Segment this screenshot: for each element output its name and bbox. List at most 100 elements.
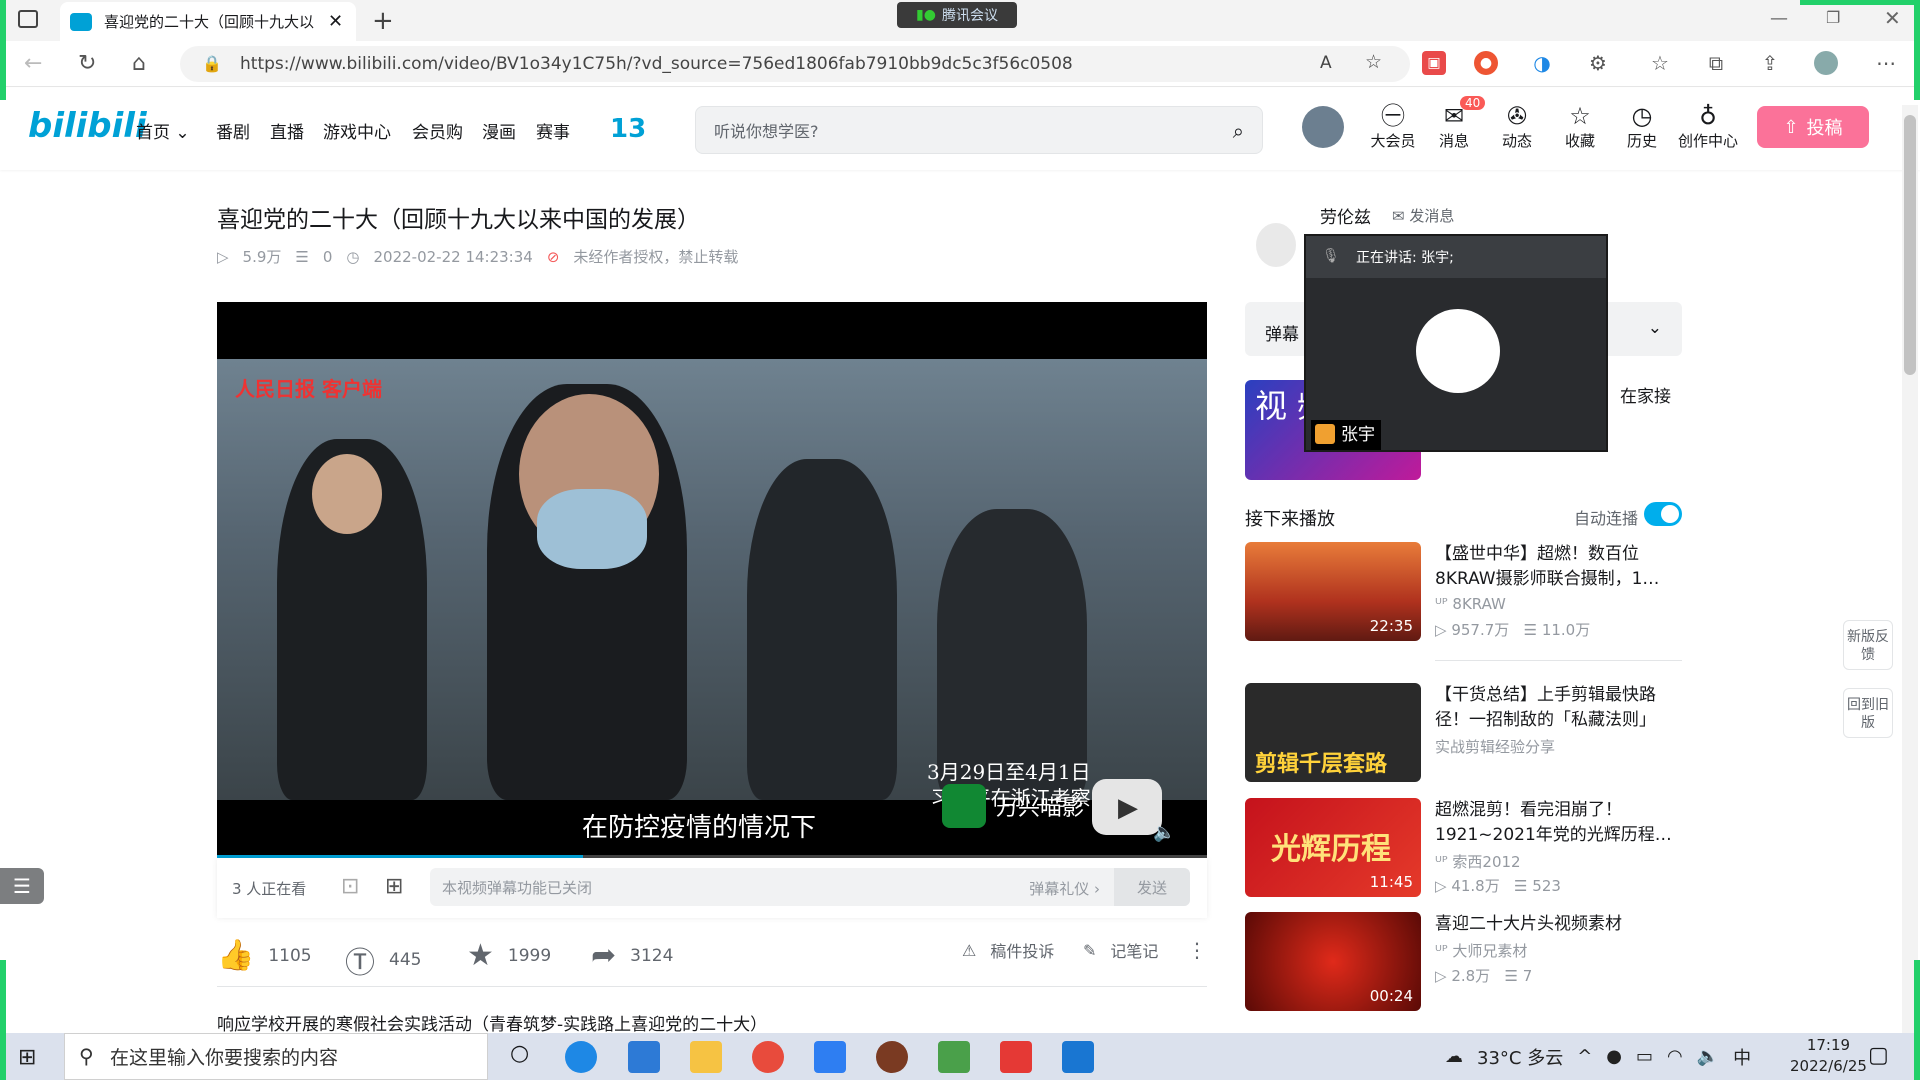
video-subtitle: 在防控疫情的情况下 (582, 813, 817, 843)
rec-item[interactable]: 剪辑千层套路 【干货总结】上手剪辑最快路径！一招制敌的「私藏法则」 实战剪辑经验… (1245, 683, 1682, 785)
clock[interactable]: 17:19 2022/6/25 (1790, 1035, 1867, 1077)
promo-text[interactable]: 在家接 (1620, 382, 1671, 407)
search-box[interactable]: 听说你想学医? ⌕ (695, 106, 1263, 154)
video-title: 喜迎党的二十大（回顾十九大以来中国的发展） (217, 207, 700, 233)
profile-avatar[interactable] (1814, 51, 1838, 75)
minimize-icon[interactable]: — (1770, 8, 1788, 29)
nav-shop[interactable]: 会员购 (412, 118, 463, 143)
extension-orange-icon[interactable]: ● (1474, 51, 1498, 75)
send-danmaku-button[interactable]: 发送 (1114, 868, 1190, 906)
ime-indicator[interactable]: 中 (1733, 1044, 1751, 1070)
feishu-app-icon[interactable] (814, 1041, 846, 1073)
new-version-feedback-button[interactable]: 新版反馈 (1843, 620, 1893, 670)
user-avatar[interactable] (1302, 106, 1344, 148)
danmaku-settings-icon[interactable]: ⊞ (385, 874, 403, 899)
close-window-icon[interactable]: ✕ (1884, 6, 1901, 30)
rec-item[interactable]: 光辉历程 11:45 超燃混剪！看完泪崩了！1921~2021年党的光辉历程… ᵁ… (1245, 798, 1682, 900)
system-tray: ☁ 33°C 多云 ^ ● ▭ ◠ 🔈 中 (1445, 1033, 1751, 1080)
volume-icon[interactable]: 🔈 (1153, 822, 1175, 843)
more-icon[interactable]: ⋯ (1874, 51, 1898, 75)
nav-manga[interactable]: 漫画 (482, 118, 516, 143)
anniversary-icon[interactable]: 13 (610, 114, 646, 144)
task-view-icon[interactable]: ○ (510, 1041, 529, 1066)
windows-start-icon[interactable]: ⊞ (18, 1045, 36, 1070)
read-aloud-icon[interactable]: A (1320, 53, 1332, 73)
maximize-icon[interactable]: ❐ (1826, 8, 1840, 27)
more-actions-icon[interactable]: ⋮ (1187, 938, 1207, 962)
list-drawer-icon[interactable]: ☰ (0, 868, 44, 904)
danmaku-etiquette-link[interactable]: 弹幕礼仪 › (1029, 878, 1100, 899)
user-app-icon[interactable] (876, 1041, 908, 1073)
bilibili-logo[interactable]: bilibili (28, 106, 147, 146)
video-player[interactable]: 人民日报 客户端 在防控疫情的情况下 3月29日至4月1日 习近平在浙江考察 ▶ … (217, 302, 1207, 858)
scrollbar-thumb[interactable] (1904, 115, 1916, 375)
header-history[interactable]: ◷ 历史 (1612, 102, 1672, 151)
uploader-name[interactable]: 劳伦兹 (1320, 203, 1371, 228)
speaker-icon[interactable]: 🔈 (1697, 1046, 1719, 1067)
browser-tab[interactable]: 喜迎党的二十大（回顾十九大以来 ✕ (60, 2, 356, 41)
nav-live[interactable]: 直播 (270, 118, 304, 143)
notification-icon[interactable]: ▢ (1868, 1043, 1889, 1068)
video-face-left (312, 454, 382, 534)
new-tab-icon[interactable]: + (372, 6, 394, 36)
taskbar-search[interactable]: ⚲ 在这里输入你要搜索的内容 (64, 1033, 488, 1080)
battery-icon[interactable]: ▭ (1636, 1046, 1653, 1067)
meeting-floating-window[interactable]: 🎙 正在讲话: 张宇; 张宇 (1304, 234, 1608, 452)
share-button[interactable]: ➦ 3124 (591, 938, 673, 973)
chevron-up-icon[interactable]: ^ (1577, 1046, 1592, 1067)
meeting-app-icon[interactable] (1062, 1041, 1094, 1073)
favorite-button[interactable]: ★ 1999 (467, 938, 551, 973)
home-icon[interactable]: ⌂ (132, 51, 146, 76)
antivirus-icon[interactable]: ● (1606, 1046, 1622, 1067)
nav-home[interactable]: 首页 ⌄ (136, 118, 190, 143)
books-app-icon[interactable] (938, 1041, 970, 1073)
play-button[interactable]: ▶ (1092, 779, 1162, 835)
back-icon[interactable]: ← (24, 51, 42, 76)
collections-icon[interactable]: ⧉ (1704, 51, 1728, 75)
danmaku-toggle-icon[interactable]: ⊡ (341, 874, 359, 899)
extensions-icon[interactable]: ⚙ (1586, 51, 1610, 75)
meeting-border (1914, 960, 1920, 1080)
meeting-badge: ▮● 腾讯会议 (897, 2, 1017, 28)
wifi-icon[interactable]: ◠ (1667, 1046, 1683, 1067)
uploader-avatar[interactable] (1256, 223, 1296, 267)
autoplay-toggle[interactable] (1644, 502, 1682, 526)
video-description: 响应学校开展的寒假社会实践活动（青春筑梦-实践路上喜迎党的二十大） (217, 1015, 768, 1035)
rec-item[interactable]: 00:24 喜迎二十大片头视频素材 ᵁᴾ 大师兄素材 ▷ 2.8万 ☰ 7 (1245, 912, 1682, 1014)
rec-thumb-text: 光辉历程 (1271, 832, 1391, 867)
share-icon[interactable]: ⇪ (1758, 51, 1782, 75)
nav-games[interactable]: 游戏中心 (323, 118, 391, 143)
weather-icon[interactable]: ☁ (1445, 1046, 1463, 1067)
nav-esports[interactable]: 赛事 (536, 118, 570, 143)
danmaku-input[interactable]: 本视频弹幕功能已关闭 弹幕礼仪 › 发送 (430, 868, 1190, 906)
like-button[interactable]: 👍 1105 (217, 938, 312, 973)
back-to-old-version-button[interactable]: 回到旧版 (1843, 688, 1893, 738)
header-messages[interactable]: ✉ 消息 40 (1424, 96, 1486, 151)
header-vip[interactable]: ㊀大会员 (1363, 102, 1423, 151)
report-button[interactable]: ⚠ 稿件投诉 (962, 938, 1054, 962)
chrome-app-icon[interactable] (752, 1041, 784, 1073)
tab-actions-icon[interactable] (18, 10, 38, 28)
extension-blue-icon[interactable]: ◑ (1530, 51, 1554, 75)
header-creator[interactable]: ♁ 创作中心 (1674, 102, 1742, 151)
search-icon[interactable]: ⌕ (1233, 119, 1244, 143)
edge-app-icon[interactable] (565, 1041, 597, 1073)
wps-app-icon[interactable] (1000, 1041, 1032, 1073)
url-input[interactable]: 🔒 https://www.bilibili.com/video/BV1o34y… (180, 46, 1410, 82)
header-favorites[interactable]: ☆ 收藏 (1550, 102, 1610, 151)
notes-button[interactable]: ✎ 记笔记 (1083, 938, 1158, 962)
upload-button[interactable]: ⇧ 投稿 (1757, 106, 1869, 148)
file-explorer-icon[interactable] (690, 1041, 722, 1073)
add-favorite-icon[interactable]: ☆ (1365, 51, 1382, 73)
rec-item[interactable]: 22:35 【盛世中华】超燃！数百位8KRAW摄影师联合摄制，1… ᵁᴾ 8KR… (1245, 542, 1682, 644)
coin-button[interactable]: Ⓣ 445 (345, 938, 421, 982)
send-message-button[interactable]: ✉ 发消息 (1392, 205, 1454, 226)
paw-app-icon[interactable] (628, 1041, 660, 1073)
header-dynamic[interactable]: ✇ 动态 (1487, 102, 1547, 151)
close-tab-icon[interactable]: ✕ (328, 11, 343, 32)
extension-red-icon[interactable]: ▣ (1422, 51, 1446, 75)
weather-text[interactable]: 33°C 多云 (1477, 1044, 1563, 1070)
favorites-icon[interactable]: ☆ (1648, 51, 1672, 75)
refresh-icon[interactable]: ↻ (78, 51, 96, 76)
nav-anime[interactable]: 番剧 (216, 118, 250, 143)
